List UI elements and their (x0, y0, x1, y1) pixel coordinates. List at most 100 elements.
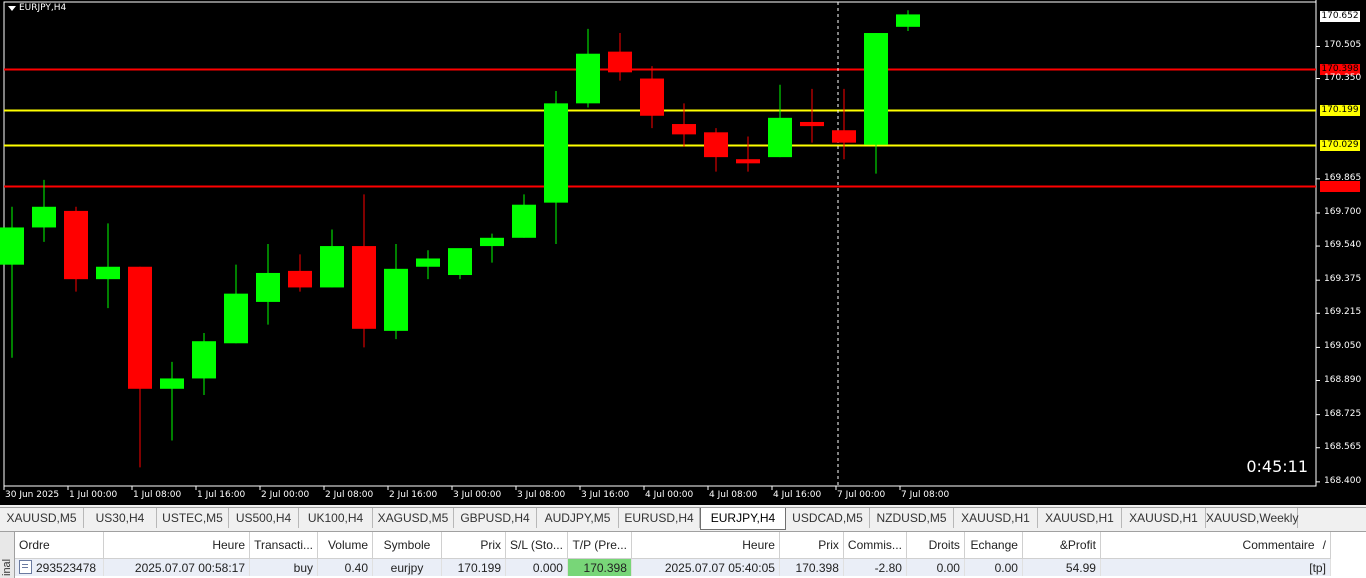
candle-body (800, 121, 824, 127)
chart-tab[interactable]: XAUUSD,M5 (0, 508, 84, 528)
table-cell: eurjpy (372, 558, 442, 576)
column-header[interactable]: Echange (964, 532, 1023, 559)
time-tick-label: 1 Jul 16:00 (197, 490, 246, 500)
price-tick-label: 169.375 (1324, 274, 1362, 285)
candle-body (352, 246, 376, 329)
candle-body (704, 132, 728, 158)
cell-value: 2025.07.07 00:58:17 (134, 560, 245, 575)
candle-body (288, 270, 312, 288)
table-cell: 170.398 (779, 558, 844, 576)
candle-body (256, 272, 280, 302)
price-tick-label: 168.890 (1324, 374, 1362, 385)
price-tag: 170.029 (1320, 139, 1360, 151)
candle-body (768, 117, 792, 158)
price-tick-label: 168.400 (1324, 475, 1362, 486)
time-tick-label: 7 Jul 08:00 (901, 490, 950, 500)
chart-tab[interactable]: USDCAD,M5 (786, 508, 870, 528)
chart-tab[interactable]: USTEC,M5 (157, 508, 229, 528)
table-cell: 2025.07.07 00:58:17 (103, 558, 250, 576)
time-tick-label: 2 Jul 16:00 (389, 490, 438, 500)
chart-tab[interactable]: US30,H4 (84, 508, 157, 528)
candle-body (384, 268, 408, 331)
column-header-label: Droits (928, 538, 960, 552)
cell-value: 0.40 (344, 560, 368, 575)
column-header[interactable]: Heure (631, 532, 780, 559)
cell-value: 0.000 (532, 560, 563, 575)
column-header[interactable]: Commentaire / (1100, 532, 1331, 559)
table-row[interactable]: 293523478 2025.07.07 00:58:17 buy 0.40 eurjp… (15, 558, 1331, 576)
column-header-label: Heure (742, 538, 775, 552)
chart-tab[interactable]: GBPUSD,H4 (454, 508, 537, 528)
chart-tab[interactable]: XAUUSD,H1 (1038, 508, 1122, 528)
column-header-label: Commis... (847, 538, 902, 552)
column-header[interactable]: S/L (Sto... (505, 532, 568, 559)
price-tick-label: 169.865 (1324, 172, 1362, 183)
column-header[interactable]: T/P (Pre... (567, 532, 632, 559)
chart-tab[interactable]: AUDJPY,M5 (537, 508, 619, 528)
column-header[interactable]: Commis... (843, 532, 907, 559)
column-header[interactable]: Ordre (15, 532, 104, 559)
chart-tab[interactable]: XAUUSD,H1 (954, 508, 1038, 528)
column-header-label: &Profit (1059, 538, 1096, 552)
cell-value: buy (293, 560, 313, 575)
time-tick-label: 3 Jul 16:00 (581, 490, 630, 500)
cell-value: 170.199 (457, 560, 501, 575)
chart-tab[interactable]: EURJPY,H4 (700, 508, 786, 530)
cell-value: 0.00 (936, 560, 960, 575)
column-header[interactable]: Transacti... (249, 532, 318, 559)
price-tick-label: 169.215 (1324, 307, 1362, 318)
time-tick-label: 1 Jul 08:00 (133, 490, 182, 500)
cell-value: 293523478 (36, 561, 97, 575)
column-header[interactable]: &Profit (1022, 532, 1101, 559)
column-header[interactable]: Prix (441, 532, 506, 559)
table-cell: 0.00 (906, 558, 965, 576)
candle-body (96, 266, 120, 280)
candle-body (480, 237, 504, 247)
table-cell: -2.80 (843, 558, 907, 576)
chart-canvas[interactable] (0, 0, 1366, 505)
chart-symbol-header[interactable]: EURJPY,H4 (8, 3, 66, 13)
sort-indicator-icon: / (1322, 538, 1326, 552)
candle-body (224, 293, 248, 344)
chart-tab-bar: XAUUSD,M5 US30,H4 USTEC,M5 US500,H4 UK100,H4… (0, 507, 1366, 530)
time-tick-label: 7 Jul 00:00 (837, 490, 886, 500)
chart-tab[interactable]: XAUUSD,Weekly (1206, 508, 1298, 528)
order-document-icon (19, 560, 32, 574)
price-tick-label: 168.565 (1324, 441, 1362, 452)
chart-tab[interactable]: NZDUSD,M5 (870, 508, 954, 528)
table-cell: 293523478 (15, 558, 104, 576)
time-tick-label: 30 Jun 2025 (5, 490, 60, 500)
candle-body (0, 227, 24, 265)
table-cell: [tp] (1100, 558, 1331, 576)
time-tick-label: 2 Jul 00:00 (261, 490, 310, 500)
column-header[interactable]: Prix (779, 532, 844, 559)
candle-body (320, 246, 344, 288)
cell-value: -2.80 (874, 560, 902, 575)
candle-body (832, 130, 856, 143)
column-header[interactable]: Symbole (372, 532, 442, 559)
candle-body (640, 78, 664, 116)
chart-tab[interactable]: XAGUSD,M5 (373, 508, 454, 528)
price-tag: 170.652 (1320, 11, 1360, 23)
column-header[interactable]: Volume (317, 532, 373, 559)
chart-tab[interactable]: US500,H4 (229, 508, 299, 528)
price-tick-label: 169.700 (1324, 206, 1362, 217)
candle-body (512, 204, 536, 238)
terminal-side-label: inal (0, 532, 15, 578)
price-chart[interactable]: EURJPY,H4 0:45:11 170.652 170.398 170.199 1… (0, 0, 1366, 505)
column-header-label: Echange (970, 538, 1018, 552)
column-header[interactable]: Droits (906, 532, 965, 559)
chart-tab[interactable]: UK100,H4 (299, 508, 373, 528)
chart-tab[interactable]: EURUSD,H4 (619, 508, 700, 528)
menu-triangle-icon[interactable] (8, 5, 16, 11)
column-header[interactable]: Heure (103, 532, 250, 559)
price-tick-label: 169.050 (1324, 341, 1362, 352)
time-tick-label: 4 Jul 08:00 (709, 490, 758, 500)
chart-tab[interactable]: XAUUSD,H1 (1122, 508, 1206, 528)
table-cell: 2025.07.07 05:40:05 (631, 558, 780, 576)
bar-countdown: 0:45:11 (1246, 457, 1308, 476)
candle-body (448, 248, 472, 276)
table-cell: buy (249, 558, 318, 576)
price-tick-label: 169.540 (1324, 240, 1362, 251)
time-tick-label: 4 Jul 16:00 (773, 490, 822, 500)
